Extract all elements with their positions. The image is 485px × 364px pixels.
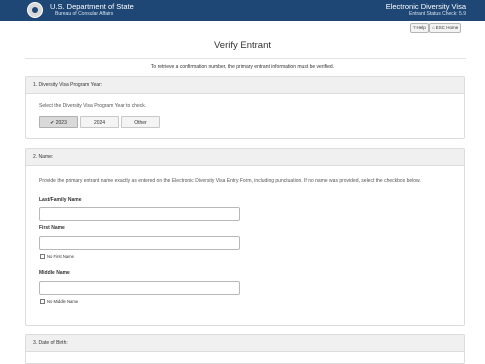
year-option-label: 2024 bbox=[93, 120, 106, 126]
intro-text: To retrieve a confirmation number, the p… bbox=[150, 64, 335, 70]
date-of-birth-heading: 3. Date of Birth: bbox=[26, 335, 464, 352]
no-first-name-checkbox[interactable] bbox=[40, 254, 45, 259]
home-icon: ⌂ bbox=[432, 25, 435, 30]
last-name-label: Last/Family Name bbox=[39, 197, 82, 203]
department-name: U.S. Department of State bbox=[50, 2, 134, 11]
program-year-prompt: Select the Diversity Visa Program Year t… bbox=[39, 103, 147, 109]
name-instructions: Provide the primary entrant name exactly… bbox=[39, 178, 421, 184]
esc-home-button[interactable]: ⌂ESC Home bbox=[429, 23, 462, 33]
bureau-name: Bureau of Consular Affairs bbox=[55, 11, 114, 17]
page-title: Verify Entrant bbox=[213, 40, 272, 51]
no-middle-name-label: No Middle Name bbox=[47, 299, 79, 304]
no-middle-name-checkbox[interactable] bbox=[40, 299, 45, 304]
year-option-other[interactable]: Other bbox=[121, 116, 160, 128]
middle-name-label: Middle Name bbox=[39, 270, 70, 276]
first-name-input[interactable] bbox=[39, 236, 240, 250]
question-circle-icon: ? bbox=[413, 25, 416, 30]
year-option-2024[interactable]: 2024 bbox=[80, 116, 119, 128]
program-year-panel: 1. Diversity Visa Program Year: Select t… bbox=[25, 76, 465, 139]
year-option-label: 2023 bbox=[55, 120, 67, 126]
site-header: U.S. Department of State Bureau of Consu… bbox=[0, 0, 485, 21]
app-title: Electronic Diversity Visa bbox=[385, 2, 466, 11]
name-heading: 2. Name: bbox=[26, 149, 464, 166]
middle-name-input[interactable] bbox=[39, 281, 240, 295]
year-option-label: Other bbox=[134, 120, 147, 126]
check-icon: ✔ bbox=[50, 120, 55, 126]
year-option-2023[interactable]: ✔ 2023 bbox=[39, 116, 78, 128]
app-subtitle: Entrant Status Check: 5.9 bbox=[409, 11, 466, 17]
name-panel: 2. Name: Provide the primary entrant nam… bbox=[25, 148, 465, 326]
state-department-seal-icon bbox=[27, 2, 43, 18]
title-divider bbox=[25, 58, 466, 59]
esc-home-button-label: ESC Home bbox=[435, 25, 459, 30]
no-first-name-label: No First Name bbox=[47, 254, 74, 259]
last-name-input[interactable] bbox=[39, 207, 240, 221]
help-button[interactable]: ?Help bbox=[410, 23, 429, 33]
program-year-heading: 1. Diversity Visa Program Year: bbox=[26, 77, 464, 94]
first-name-label: First Name bbox=[39, 225, 65, 231]
help-button-label: Help bbox=[416, 25, 426, 30]
